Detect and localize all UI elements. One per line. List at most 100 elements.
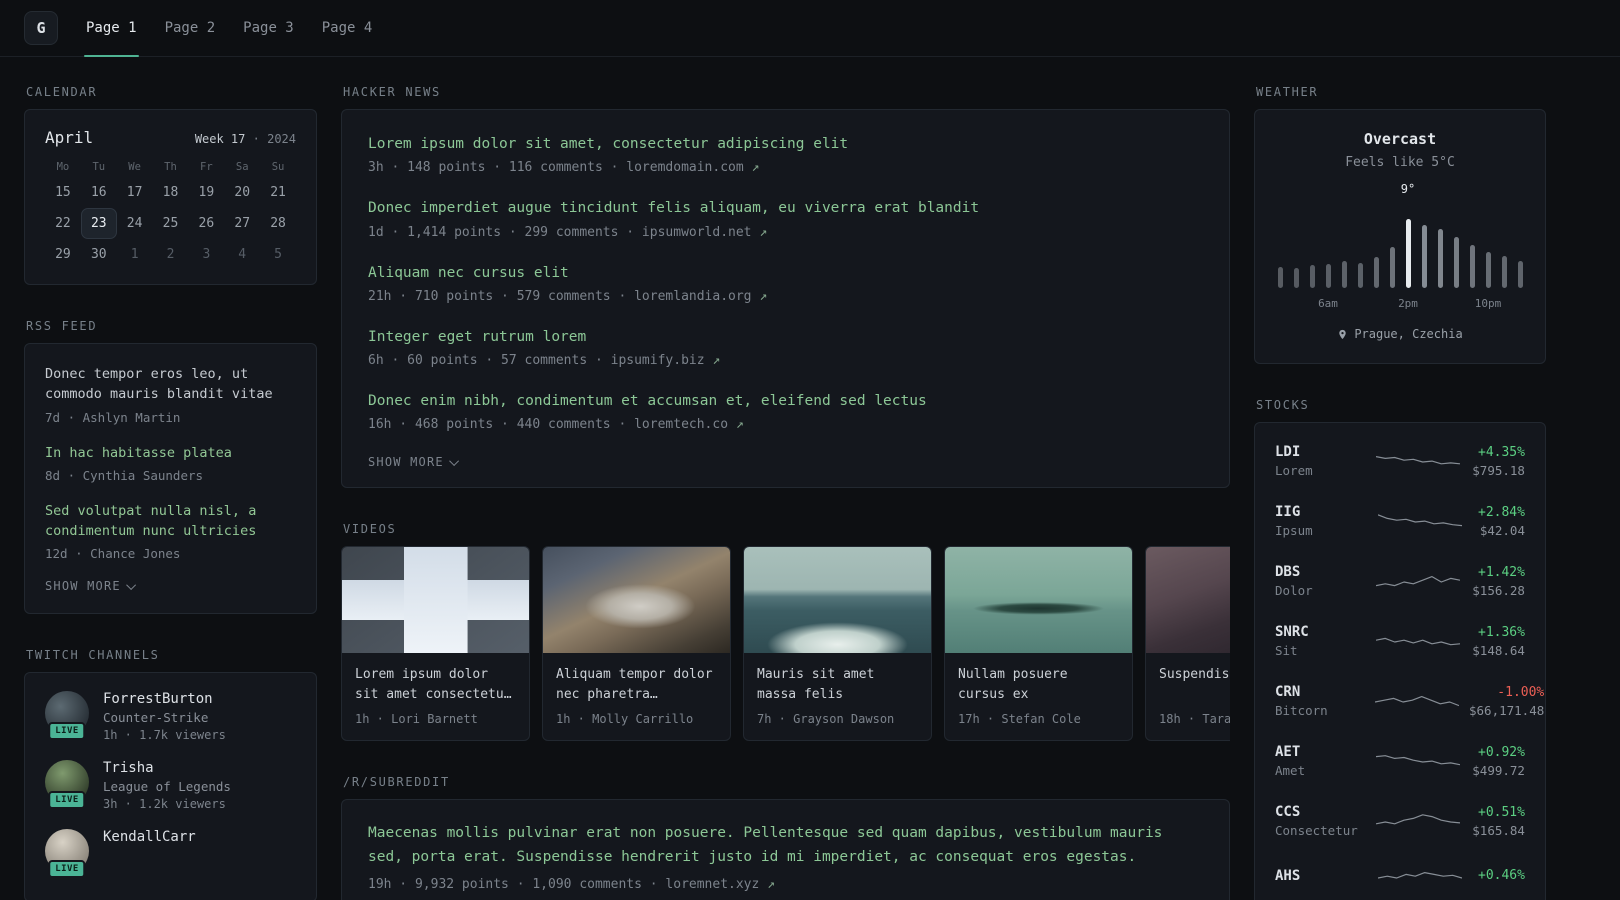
calendar-day[interactable]: 21 <box>260 177 296 208</box>
calendar-day[interactable]: 25 <box>153 208 189 239</box>
app-logo[interactable]: G <box>24 11 58 45</box>
weather-location[interactable]: Prague, Czechia <box>1275 327 1525 341</box>
hn-item-title[interactable]: Donec enim nibh, condimentum et accumsan… <box>368 391 1203 411</box>
calendar-day[interactable]: 15 <box>45 177 81 208</box>
rss-show-more-button[interactable]: SHOW MORE <box>45 579 296 593</box>
video-title[interactable]: Aliquam tempor dolor nec pharetra… <box>556 665 717 704</box>
hn-item: Integer eget rutrum lorem 6h · 60 points… <box>368 327 1203 368</box>
calendar-day[interactable]: 17 <box>117 177 153 208</box>
stock-row[interactable]: CCS Consectetur +0.51% $165.84 <box>1275 791 1525 851</box>
tab-page-4[interactable]: Page 4 <box>320 0 375 56</box>
tab-page-3[interactable]: Page 3 <box>241 0 296 56</box>
video-title[interactable]: Lorem ipsum dolor sit amet consectetu… <box>355 665 516 704</box>
external-link-icon[interactable]: ↗ <box>767 877 775 892</box>
video-thumbnail[interactable] <box>543 547 730 654</box>
post-title[interactable]: Maecenas mollis pulvinar erat non posuer… <box>368 822 1203 868</box>
chevron-down-icon <box>448 456 459 467</box>
video-body: Lorem ipsum dolor sit amet consectetu… 1… <box>342 653 529 740</box>
stock-row[interactable]: CRN Bitcorn -1.00% $66,171.48 <box>1275 671 1544 731</box>
twitch-channel[interactable]: LIVE ForrestBurton Counter-Strike 1h · 1… <box>45 691 296 742</box>
calendar-day[interactable]: 28 <box>260 208 296 239</box>
stock-name: Amet <box>1275 763 1306 778</box>
calendar-day[interactable]: 22 <box>45 208 81 239</box>
video-body: Aliquam tempor dolor nec pharetra… 1h · … <box>543 653 730 740</box>
calendar-day[interactable]: 27 <box>224 208 260 239</box>
stock-change: +0.46% <box>1478 868 1525 883</box>
hackernews-card: Lorem ipsum dolor sit amet, consectetur … <box>341 109 1230 489</box>
channel-info: Trisha League of Legends 3h · 1.2k viewe… <box>103 760 231 811</box>
tab-page-1[interactable]: Page 1 <box>84 0 139 57</box>
hn-item-title[interactable]: Aliquam nec cursus elit <box>368 263 1203 283</box>
video-thumbnail[interactable] <box>744 547 931 654</box>
calendar-day[interactable]: 19 <box>188 177 224 208</box>
hn-item-title[interactable]: Integer eget rutrum lorem <box>368 327 1203 347</box>
twitch-channel[interactable]: LIVE Trisha League of Legends 3h · 1.2k … <box>45 760 296 811</box>
calendar-day[interactable]: 2 <box>153 239 189 270</box>
video-card[interactable]: Mauris sit amet massa felis 7h · Grayson… <box>743 546 932 742</box>
video-body: Nullam posuere cursus ex 17h · Stefan Co… <box>945 653 1132 740</box>
video-thumbnail[interactable] <box>945 547 1132 654</box>
calendar-card: April Week 17 · 2024 Mo Tu We Th Fr Sa Su 15 16… <box>24 109 317 285</box>
video-thumbnail[interactable] <box>342 547 529 654</box>
weather-bar <box>1517 260 1523 288</box>
video-card[interactable]: Lorem ipsum dolor sit amet consectetu… 1… <box>341 546 530 742</box>
stock-name: Sit <box>1275 643 1298 658</box>
external-link-icon[interactable]: ↗ <box>759 225 767 240</box>
hn-item-title[interactable]: Lorem ipsum dolor sit amet, consectetur … <box>368 134 1203 154</box>
weather-bar <box>1325 263 1331 288</box>
stock-row[interactable]: IIG Ipsum +2.84% $42.04 <box>1275 491 1525 551</box>
channel-name[interactable]: ForrestBurton <box>103 691 226 707</box>
stock-row[interactable]: SNRC Sit +1.36% $148.64 <box>1275 611 1525 671</box>
calendar-day-selected[interactable]: 23 <box>80 208 117 239</box>
calendar-day[interactable]: 30 <box>81 239 117 270</box>
video-card[interactable]: Aliquam tempor dolor nec pharetra… 1h · … <box>542 546 731 742</box>
video-title[interactable]: Nullam posuere cursus ex <box>958 665 1119 704</box>
video-row: Lorem ipsum dolor sit amet consectetu… 1… <box>341 546 1230 742</box>
video-card[interactable]: Nullam posuere cursus ex 17h · Stefan Co… <box>944 546 1133 742</box>
calendar-day[interactable]: 29 <box>45 239 81 270</box>
stock-row[interactable]: DBS Dolor +1.42% $156.28 <box>1275 551 1525 611</box>
nav-tabs: Page 1 Page 2 Page 3 Page 4 <box>84 0 375 57</box>
calendar-day[interactable]: 1 <box>117 239 153 270</box>
stock-name: Dolor <box>1275 583 1313 598</box>
weather-bar <box>1453 237 1459 288</box>
rss-item-title[interactable]: Donec tempor eros leo, ut commodo mauris… <box>45 364 296 405</box>
stock-row[interactable]: LDI Lorem +4.35% $795.18 <box>1275 431 1525 491</box>
calendar-day[interactable]: 18 <box>153 177 189 208</box>
stock-row[interactable]: AET Amet +0.92% $499.72 <box>1275 731 1525 791</box>
stock-change: +0.92% <box>1478 744 1525 760</box>
stock-name: Bitcorn <box>1275 703 1328 718</box>
calendar-day[interactable]: 26 <box>188 208 224 239</box>
twitch-channel[interactable]: LIVE KendallCarr <box>45 829 296 879</box>
channel-game: League of Legends <box>103 779 231 795</box>
external-link-icon[interactable]: ↗ <box>759 289 767 304</box>
stock-sparkline <box>1376 755 1461 766</box>
rss-item-title[interactable]: In hac habitasse platea <box>45 443 296 463</box>
channel-meta: 3h · 1.2k viewers <box>103 797 226 812</box>
external-link-icon[interactable]: ↗ <box>736 417 744 432</box>
hn-item-meta: 21h · 710 points · 579 comments · loreml… <box>368 289 1203 304</box>
hn-show-more-button[interactable]: SHOW MORE <box>368 455 1203 469</box>
video-thumbnail[interactable] <box>1146 547 1230 654</box>
calendar-day[interactable]: 20 <box>224 177 260 208</box>
post-meta-text: 19h · 9,932 points · 1,090 comments · lo… <box>368 876 760 892</box>
calendar-day[interactable]: 24 <box>117 208 153 239</box>
calendar-day[interactable]: 5 <box>260 239 296 270</box>
video-title[interactable]: Suspendisse diam <box>1159 665 1230 704</box>
calendar-weekday-row: Mo Tu We Th Fr Sa Su <box>45 147 296 177</box>
calendar-day[interactable]: 4 <box>224 239 260 270</box>
rss-item-title[interactable]: Sed volutpat nulla nisl, a condimentum n… <box>45 501 296 542</box>
twitch-card: LIVE ForrestBurton Counter-Strike 1h · 1… <box>24 672 317 900</box>
calendar-day[interactable]: 3 <box>188 239 224 270</box>
tab-page-2[interactable]: Page 2 <box>163 0 218 56</box>
calendar-day[interactable]: 16 <box>81 177 117 208</box>
external-link-icon[interactable]: ↗ <box>752 160 760 175</box>
external-link-icon[interactable]: ↗ <box>712 353 720 368</box>
video-title[interactable]: Mauris sit amet massa felis <box>757 665 918 704</box>
calendar-year: 2024 <box>267 132 296 146</box>
video-card[interactable]: Suspendisse diam 18h · Tara <box>1145 546 1230 742</box>
hn-item-title[interactable]: Donec imperdiet augue tincidunt felis al… <box>368 198 1203 218</box>
channel-name[interactable]: KendallCarr <box>103 829 196 845</box>
channel-name[interactable]: Trisha <box>103 760 231 776</box>
stock-row[interactable]: AHS +0.46% <box>1275 851 1525 900</box>
